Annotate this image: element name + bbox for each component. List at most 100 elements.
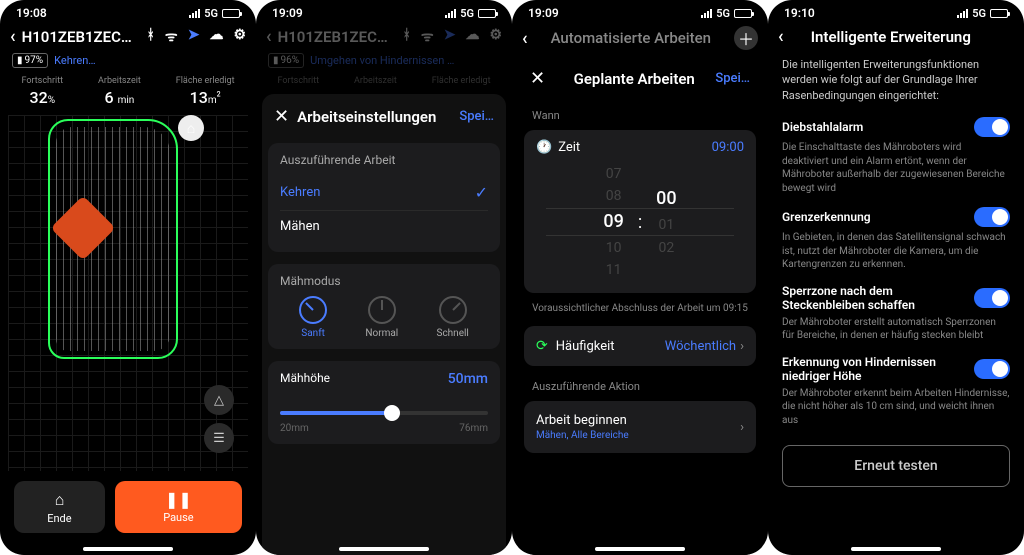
- page-title: Intelligente Erweiterung: [790, 28, 992, 46]
- task-kehren[interactable]: Kehren ✓: [280, 175, 488, 210]
- area-label: Fläche erledigt: [176, 76, 235, 86]
- status-bar: 19:09 5G: [256, 0, 512, 22]
- height-slider[interactable]: [280, 411, 488, 415]
- status-bar: 19:09 5G: [512, 0, 768, 22]
- gear-icon[interactable]: ⚙: [233, 27, 246, 46]
- cloud-icon: ☁: [465, 27, 479, 46]
- time-value: 09:00: [712, 140, 744, 155]
- screen-smart-extension: 19:10 5G ‹ Intelligente Erweiterung Die …: [768, 0, 1024, 555]
- theft-alarm-label: Diebstahlalarm: [782, 120, 863, 134]
- action-section-label: Auszuführende Aktion: [518, 370, 762, 397]
- signal-icon: [189, 9, 200, 18]
- mode-section-title: Mähmodus: [280, 274, 488, 288]
- task-maehen[interactable]: Mähen: [280, 210, 488, 242]
- bluetooth-icon[interactable]: ᚼ: [147, 27, 155, 46]
- end-button[interactable]: ⌂ Ende: [14, 481, 105, 533]
- low-obstacle-desc: Der Mähroboter erkennt beim Arbeiten Hin…: [782, 387, 1010, 428]
- home-indicator[interactable]: [83, 547, 173, 551]
- chevron-right-icon: ›: [740, 339, 744, 354]
- home-indicator[interactable]: [339, 547, 429, 551]
- signal-icon: [445, 9, 456, 18]
- check-icon: ✓: [475, 183, 488, 202]
- time-picker[interactable]: 07 08 09 10 11 : 00 01 02: [536, 163, 744, 281]
- home-indicator[interactable]: [595, 547, 685, 551]
- layers-button[interactable]: ☰: [204, 423, 234, 453]
- height-value: 50mm: [448, 371, 488, 387]
- location-icon: ➤: [444, 27, 456, 46]
- save-button[interactable]: Spei…: [715, 71, 750, 86]
- map[interactable]: ⌂ △ ☰: [8, 115, 248, 471]
- stuck-zone-desc: Der Mähroboter erstellt automatisch Sper…: [782, 316, 1010, 343]
- close-icon[interactable]: ✕: [274, 106, 289, 127]
- theft-alarm-desc: Die Einschalttaste des Mähroboters wird …: [782, 141, 1010, 195]
- sheet-title: Geplante Arbeiten: [553, 70, 715, 88]
- status-bar: 19:10 5G: [768, 0, 1024, 22]
- frequency-row[interactable]: ⟳ Häufigkeit Wöchentlich ›: [524, 326, 756, 366]
- refresh-icon: ⟳: [536, 338, 548, 354]
- time-card: 🕐Zeit 09:00 07 08 09 10 11 : 00 01: [524, 130, 756, 293]
- mode-soft[interactable]: Sanft: [299, 296, 327, 339]
- screen-main: 19:08 5G ‹ H101ZEB1ZEC… ᚼ ᯤ ➤ ☁ ⚙ ▮ 97% …: [0, 0, 256, 555]
- mode-fast[interactable]: Schnell: [437, 296, 469, 339]
- frequency-label: Häufigkeit: [556, 339, 665, 354]
- time-value: 6 min: [98, 88, 141, 107]
- page-title: Automatisierte Arbeiten: [534, 29, 728, 47]
- location-icon[interactable]: ➤: [188, 27, 200, 46]
- height-min: 20mm: [280, 423, 309, 434]
- height-max: 76mm: [459, 423, 488, 434]
- battery-icon: [478, 9, 496, 18]
- scheduled-sheet: ✕ Geplante Arbeiten Spei… Wann 🕐 Zeit 09:…: [518, 56, 762, 555]
- robot-battery: ▮ 97%: [12, 53, 48, 68]
- action-sub: Mähen, Alle Bereiche: [536, 430, 740, 441]
- frequency-value: Wöchentlich: [665, 339, 736, 354]
- recenter-button[interactable]: △: [204, 385, 234, 415]
- back-icon[interactable]: ‹: [10, 26, 16, 47]
- add-button[interactable]: ＋: [734, 26, 758, 50]
- status-link: Umgehen von Hindernissen …: [310, 54, 454, 67]
- cloud-icon[interactable]: ☁: [209, 27, 223, 46]
- hour-column[interactable]: 07 08 09 10 11: [603, 163, 623, 281]
- stuck-zone-toggle[interactable]: [974, 288, 1010, 308]
- home-indicator[interactable]: [851, 547, 941, 551]
- status-link[interactable]: Kehren…: [54, 54, 96, 67]
- low-obstacle-label: Erkennung von Hindernissen niedriger Höh…: [782, 355, 962, 383]
- stuck-zone-row: Sperrzone nach dem Steckenbleiben schaff…: [782, 284, 1010, 312]
- battery-icon: [222, 9, 240, 18]
- charging-station-icon[interactable]: ⌂: [178, 115, 204, 141]
- gauge-icon: [368, 296, 396, 324]
- robot-battery: ▮ 96%: [268, 53, 304, 68]
- close-icon[interactable]: ✕: [530, 68, 545, 89]
- sheet-title: Arbeitseinstellungen: [297, 108, 459, 126]
- area-value: 13m2: [176, 88, 235, 107]
- retest-button[interactable]: Erneut testen: [782, 445, 1010, 487]
- eta-note: Voraussichtlicher Abschluss der Arbeit u…: [518, 297, 762, 322]
- back-icon[interactable]: ‹: [522, 28, 528, 49]
- boundary-toggle[interactable]: [974, 207, 1010, 227]
- wifi-icon[interactable]: ᯤ: [165, 27, 178, 46]
- low-obstacle-row: Erkennung von Hindernissen niedriger Höh…: [782, 355, 1010, 383]
- nav-bar: ‹ H101ZEB1ZEC… ᚼ ᯤ ➤ ☁ ⚙: [0, 22, 256, 53]
- gauge-icon: [439, 296, 467, 324]
- minute-column[interactable]: 00 01 02: [656, 185, 676, 259]
- boundary-desc: In Gebieten, in denen das Satellitensign…: [782, 231, 1010, 272]
- network-label: 5G: [204, 7, 218, 20]
- time-label: Zeit: [558, 140, 580, 155]
- pause-button[interactable]: ❚❚ Pause: [115, 481, 242, 533]
- gear-icon: ⚙: [489, 27, 502, 46]
- signal-icon: [957, 9, 968, 18]
- signal-icon: [701, 9, 712, 18]
- home-icon: ⌂: [55, 490, 65, 510]
- mode-normal[interactable]: Normal: [365, 296, 398, 339]
- clock-icon: 🕐: [536, 140, 552, 155]
- action-row[interactable]: Arbeit beginnen Mähen, Alle Bereiche ›: [524, 401, 756, 453]
- low-obstacle-toggle[interactable]: [974, 359, 1010, 379]
- work-settings-sheet: ✕ Arbeitseinstellungen Spei… Auszuführen…: [262, 94, 506, 555]
- clock: 19:09: [272, 6, 303, 20]
- save-button[interactable]: Spei…: [459, 109, 494, 124]
- back-icon[interactable]: ‹: [778, 26, 784, 47]
- intro-text: Die intelligenten Erweiterungsfunktionen…: [782, 57, 1010, 103]
- back-icon: ‹: [266, 26, 272, 47]
- task-card: Auszuführende Arbeit Kehren ✓ Mähen: [268, 143, 500, 252]
- theft-alarm-toggle[interactable]: [974, 117, 1010, 137]
- when-label: Wann: [518, 99, 762, 126]
